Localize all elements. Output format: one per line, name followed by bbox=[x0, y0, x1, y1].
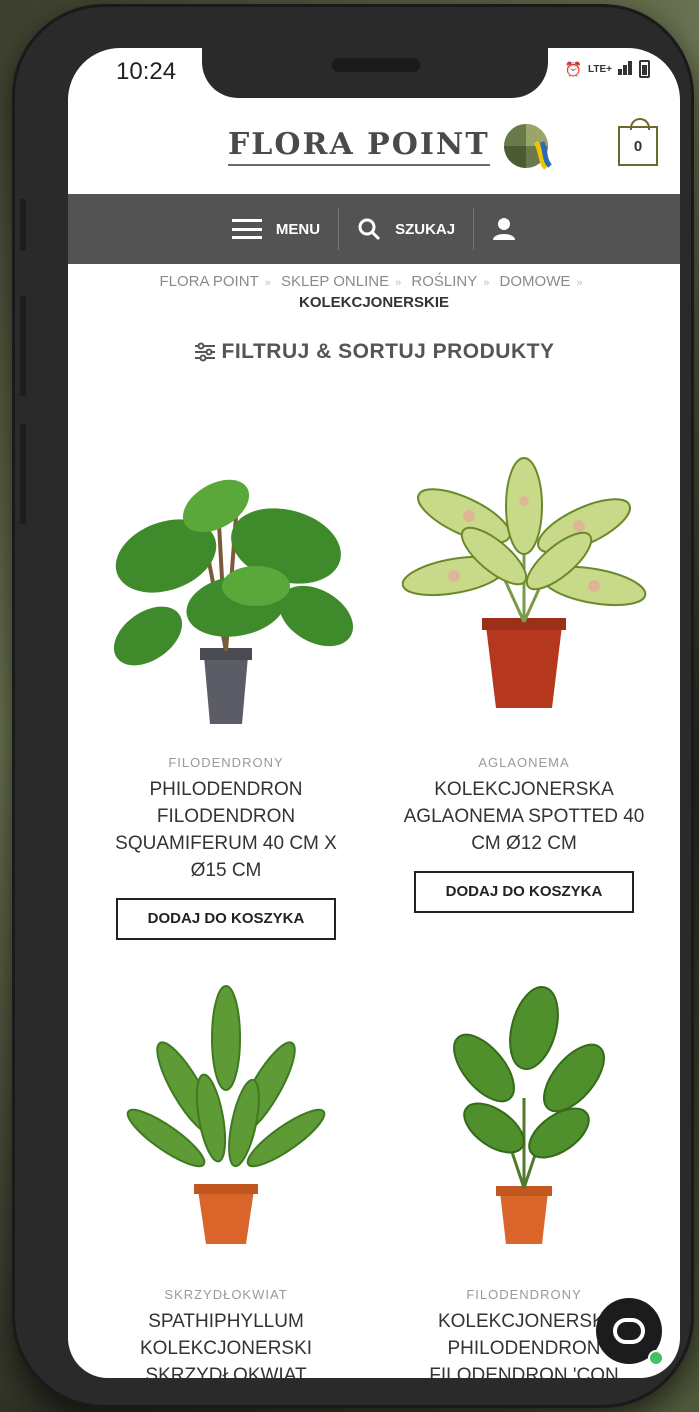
breadcrumb-item[interactable]: ROŚLINY bbox=[411, 273, 477, 290]
status-icons: ⏰ LTE+ bbox=[565, 60, 650, 78]
online-status-dot bbox=[648, 1350, 664, 1366]
account-button[interactable] bbox=[474, 204, 534, 254]
product-title[interactable]: SPATHIPHYLLUM KOLEKCJONERSKI SKRZYDŁOKWI… bbox=[86, 1308, 366, 1378]
user-icon bbox=[493, 218, 516, 240]
product-image bbox=[401, 457, 647, 708]
product-image bbox=[113, 479, 353, 724]
screen: 10:24 ⏰ LTE+ FLORA POINT 0 MENU SZUKAJ F… bbox=[68, 48, 680, 1378]
phone-side-button bbox=[20, 199, 26, 251]
sliders-icon bbox=[194, 342, 215, 362]
product-category: AGLAONEMA bbox=[478, 755, 570, 770]
menu-button[interactable]: MENU bbox=[214, 204, 338, 254]
cart-button[interactable]: 0 bbox=[618, 118, 658, 166]
battery-icon bbox=[639, 60, 650, 78]
filter-label: FILTRUJ & SORTUJ PRODUKTY bbox=[221, 340, 555, 363]
phone-frame: 10:24 ⏰ LTE+ FLORA POINT 0 MENU SZUKAJ F… bbox=[12, 4, 694, 1408]
logo[interactable]: FLORA POINT bbox=[228, 122, 558, 170]
product-image bbox=[126, 985, 326, 1244]
search-button[interactable]: SZUKAJ bbox=[339, 204, 473, 254]
phone-side-button bbox=[20, 424, 26, 524]
hamburger-icon bbox=[231, 219, 262, 239]
product-card[interactable]: AGLAONEMA KOLEKCJONERSKA AGLAONEMA SPOTT… bbox=[384, 446, 664, 913]
search-icon bbox=[358, 218, 381, 241]
signal-icon bbox=[618, 60, 633, 78]
network-label: LTE+ bbox=[588, 63, 612, 75]
filter-sort-button[interactable]: FILTRUJ & SORTUJ PRODUKTY bbox=[68, 340, 680, 364]
breadcrumb: FLORA POINT» SKLEP ONLINE» ROŚLINY» DOMO… bbox=[88, 272, 660, 313]
status-time: 10:24 bbox=[116, 58, 177, 85]
breadcrumb-current: KOLEKCJONERSKIE bbox=[298, 294, 450, 311]
breadcrumb-item[interactable]: SKLEP ONLINE bbox=[281, 273, 389, 290]
logo-text: FLORA POINT bbox=[228, 127, 490, 166]
nav-bar: MENU SZUKAJ bbox=[68, 194, 680, 264]
add-to-cart-button[interactable]: DODAJ DO KOSZYKA bbox=[116, 898, 336, 940]
product-category: FILODENDRONY bbox=[168, 755, 284, 770]
alarm-icon: ⏰ bbox=[564, 60, 583, 77]
phone-side-button bbox=[20, 296, 26, 396]
breadcrumb-item[interactable]: FLORA POINT bbox=[160, 273, 259, 290]
product-title[interactable]: PHILODENDRON FILODENDRON SQUAMIFERUM 40 … bbox=[86, 776, 366, 884]
add-to-cart-button[interactable]: DODAJ DO KOSZYKA bbox=[414, 871, 634, 913]
search-label: SZUKAJ bbox=[395, 220, 456, 238]
product-category: SKRZYDŁOKWIAT bbox=[164, 1287, 288, 1302]
notch bbox=[202, 48, 548, 98]
product-card[interactable]: FILODENDRONY PHILODENDRON FILODENDRON SQ… bbox=[86, 446, 366, 940]
product-title[interactable]: KOLEKCJONERSKA AGLAONEMA SPOTTED 40 CM Ø… bbox=[384, 776, 664, 857]
breadcrumb-item[interactable]: DOMOWE bbox=[500, 273, 571, 290]
site-header: FLORA POINT 0 bbox=[68, 108, 680, 194]
chat-icon bbox=[613, 1318, 645, 1344]
logo-mark-icon bbox=[503, 124, 552, 170]
speaker bbox=[332, 58, 420, 72]
product-image bbox=[453, 986, 605, 1244]
menu-label: MENU bbox=[275, 220, 321, 238]
product-card[interactable]: SKRZYDŁOKWIAT SPATHIPHYLLUM KOLEKCJONERS… bbox=[86, 978, 366, 1378]
cart-count: 0 bbox=[633, 137, 643, 155]
